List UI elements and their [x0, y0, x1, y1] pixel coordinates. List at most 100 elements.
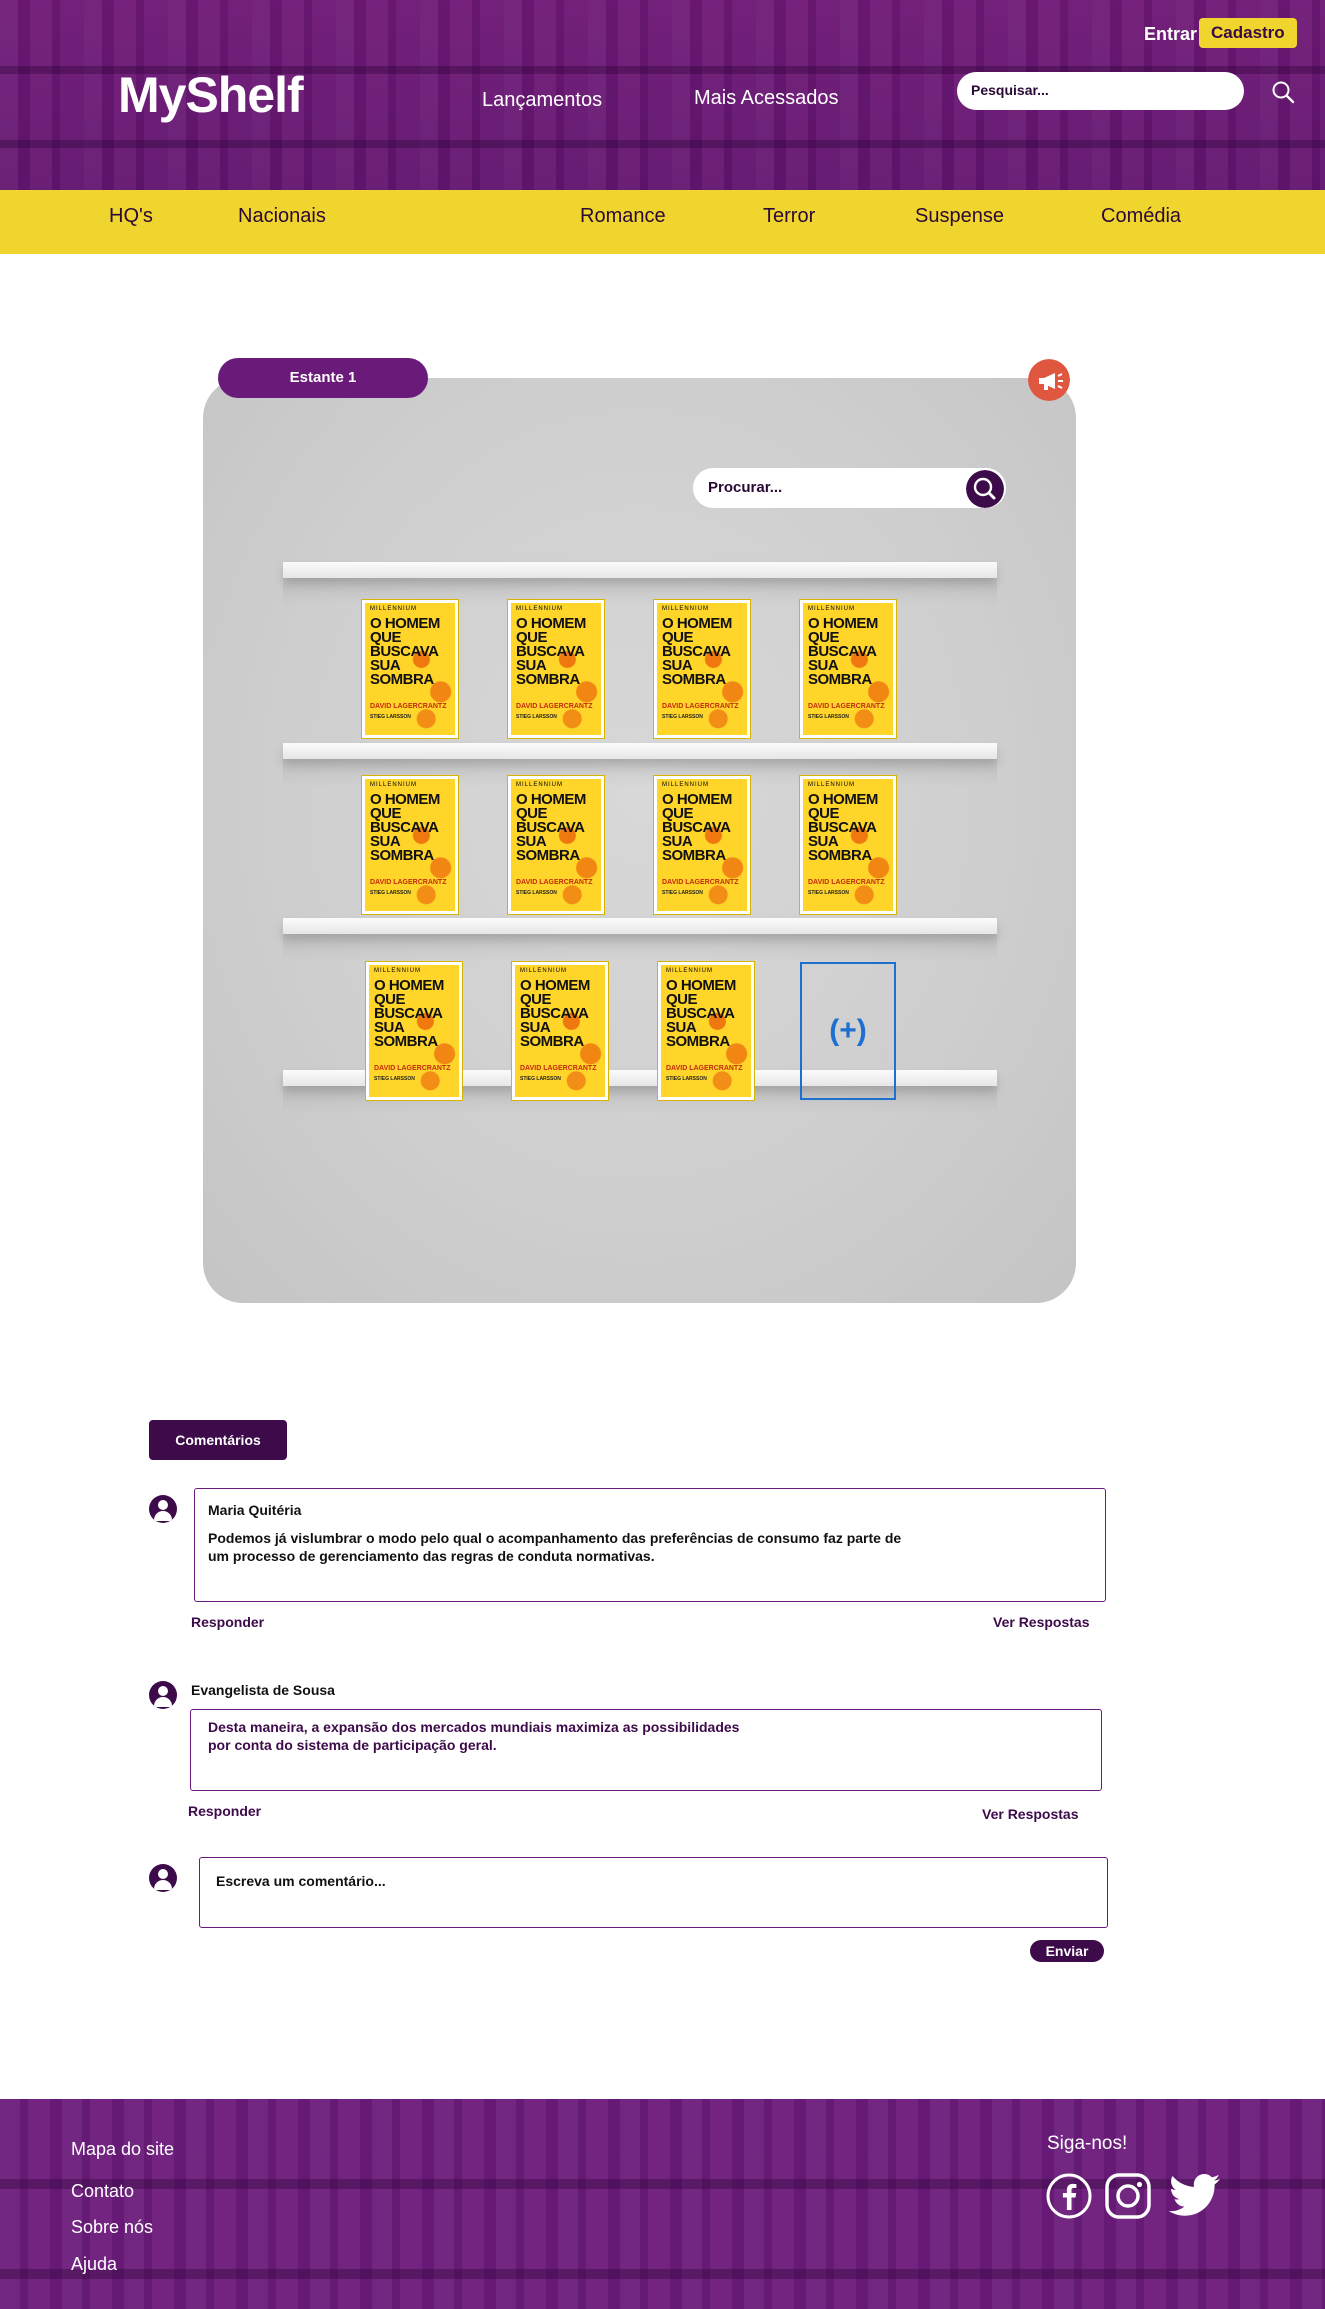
book-subtitle: STIEG LARSSON: [516, 714, 557, 720]
shelf-search-input[interactable]: Procurar...: [693, 468, 1006, 508]
footer-link-contact[interactable]: Contato: [71, 2181, 134, 2202]
login-link[interactable]: Entrar: [1144, 24, 1197, 45]
comment-text-line: Podemos já vislumbrar o modo pelo qual o…: [208, 1530, 902, 1546]
comment-text-line: Desta maneira, a expansão dos mercados m…: [208, 1719, 740, 1735]
send-button[interactable]: Enviar: [1030, 1940, 1104, 1962]
avatar: [149, 1495, 177, 1523]
book-series: MILLENNIUM: [808, 606, 856, 612]
category-terror[interactable]: Terror: [763, 205, 815, 228]
shelf-search-button[interactable]: [966, 470, 1004, 508]
book-title: O HOMEM QUE BUSCAVA SUA SOMBRA: [666, 977, 736, 1050]
book-author: DAVID LAGERCRANTZ: [808, 703, 885, 710]
avatar: [149, 1864, 177, 1892]
book-series: MILLENNIUM: [666, 968, 714, 974]
shelf-plank: [283, 562, 997, 578]
comments-tab[interactable]: Comentários: [149, 1420, 287, 1460]
book-cover[interactable]: MILLENNIUM O HOMEM QUE BUSCAVA SUA SOMBRA…: [512, 962, 608, 1100]
book-cover[interactable]: MILLENNIUM O HOMEM QUE BUSCAVA SUA SOMBRA…: [362, 776, 458, 914]
book-series: MILLENNIUM: [374, 968, 422, 974]
logo[interactable]: MyShelf: [118, 66, 304, 124]
signup-button[interactable]: Cadastro: [1199, 18, 1297, 48]
book-title: O HOMEM QUE BUSCAVA SUA SOMBRA: [516, 615, 586, 688]
book-author: DAVID LAGERCRANTZ: [374, 1065, 451, 1072]
category-comedia[interactable]: Comédia: [1101, 205, 1181, 228]
book-subtitle: STIEG LARSSON: [662, 714, 703, 720]
book-title: O HOMEM QUE BUSCAVA SUA SOMBRA: [520, 977, 590, 1050]
book-cover[interactable]: MILLENNIUM O HOMEM QUE BUSCAVA SUA SOMBRA…: [508, 776, 604, 914]
category-hqs[interactable]: HQ's: [109, 205, 153, 228]
new-comment-placeholder: Escreva um comentário...: [216, 1873, 386, 1889]
comment-author: Maria Quitéria: [208, 1502, 302, 1518]
footer-link-about[interactable]: Sobre nós: [71, 2217, 153, 2238]
book-title: O HOMEM QUE BUSCAVA SUA SOMBRA: [370, 615, 440, 688]
book-cover[interactable]: MILLENNIUM O HOMEM QUE BUSCAVA SUA SOMBRA…: [800, 776, 896, 914]
book-series: MILLENNIUM: [662, 606, 710, 612]
shelf-plank: [283, 918, 997, 934]
shelf-tab[interactable]: Estante 1: [218, 358, 428, 398]
view-replies-link[interactable]: Ver Respostas: [993, 1614, 1090, 1630]
category-suspense[interactable]: Suspense: [915, 205, 1004, 228]
book-series: MILLENNIUM: [370, 606, 418, 612]
follow-us-label: Siga-nos!: [1047, 2133, 1128, 2154]
book-cover[interactable]: MILLENNIUM O HOMEM QUE BUSCAVA SUA SOMBRA…: [654, 600, 750, 738]
book-series: MILLENNIUM: [516, 606, 564, 612]
footer-link-sitemap[interactable]: Mapa do site: [71, 2139, 174, 2160]
book-series: MILLENNIUM: [808, 782, 856, 788]
book-series: MILLENNIUM: [516, 782, 564, 788]
book-series: MILLENNIUM: [370, 782, 418, 788]
book-cover[interactable]: MILLENNIUM O HOMEM QUE BUSCAVA SUA SOMBRA…: [362, 600, 458, 738]
nav-mais-acessados[interactable]: Mais Acessados: [694, 87, 839, 110]
new-comment-input[interactable]: [199, 1857, 1108, 1928]
footer-link-help[interactable]: Ajuda: [71, 2254, 117, 2275]
bookshelf-panel: [203, 378, 1076, 1303]
reply-link[interactable]: Responder: [188, 1803, 261, 1819]
book-series: MILLENNIUM: [662, 782, 710, 788]
book-subtitle: STIEG LARSSON: [516, 890, 557, 896]
comment-author: Evangelista de Sousa: [191, 1682, 335, 1698]
book-cover[interactable]: MILLENNIUM O HOMEM QUE BUSCAVA SUA SOMBRA…: [654, 776, 750, 914]
category-nacionais[interactable]: Nacionais: [238, 205, 326, 228]
book-subtitle: STIEG LARSSON: [662, 890, 703, 896]
instagram-icon[interactable]: [1104, 2172, 1152, 2220]
book-author: DAVID LAGERCRANTZ: [516, 879, 593, 886]
comment-text-line: por conta do sistema de participação ger…: [208, 1737, 497, 1753]
book-title: O HOMEM QUE BUSCAVA SUA SOMBRA: [808, 791, 878, 864]
comment-text-line: um processo de gerenciamento das regras …: [208, 1548, 655, 1564]
book-subtitle: STIEG LARSSON: [666, 1076, 707, 1082]
book-subtitle: STIEG LARSSON: [520, 1076, 561, 1082]
nav-lancamentos[interactable]: Lançamentos: [482, 89, 602, 112]
book-title: O HOMEM QUE BUSCAVA SUA SOMBRA: [662, 615, 732, 688]
book-cover[interactable]: MILLENNIUM O HOMEM QUE BUSCAVA SUA SOMBRA…: [366, 962, 462, 1100]
book-author: DAVID LAGERCRANTZ: [662, 879, 739, 886]
book-title: O HOMEM QUE BUSCAVA SUA SOMBRA: [662, 791, 732, 864]
book-series: MILLENNIUM: [520, 968, 568, 974]
book-author: DAVID LAGERCRANTZ: [370, 703, 447, 710]
twitter-icon[interactable]: [1168, 2172, 1222, 2220]
book-title: O HOMEM QUE BUSCAVA SUA SOMBRA: [370, 791, 440, 864]
reply-link[interactable]: Responder: [191, 1614, 264, 1630]
book-title: O HOMEM QUE BUSCAVA SUA SOMBRA: [374, 977, 444, 1050]
add-book-slot[interactable]: (+): [800, 962, 896, 1100]
book-author: DAVID LAGERCRANTZ: [666, 1065, 743, 1072]
avatar: [149, 1681, 177, 1709]
book-author: DAVID LAGERCRANTZ: [808, 879, 885, 886]
book-title: O HOMEM QUE BUSCAVA SUA SOMBRA: [516, 791, 586, 864]
megaphone-icon[interactable]: [1028, 359, 1070, 401]
category-romance[interactable]: Romance: [580, 205, 666, 228]
book-cover[interactable]: MILLENNIUM O HOMEM QUE BUSCAVA SUA SOMBRA…: [658, 962, 754, 1100]
book-subtitle: STIEG LARSSON: [808, 890, 849, 896]
book-cover[interactable]: MILLENNIUM O HOMEM QUE BUSCAVA SUA SOMBRA…: [508, 600, 604, 738]
view-replies-link[interactable]: Ver Respostas: [982, 1806, 1079, 1822]
book-author: DAVID LAGERCRANTZ: [520, 1065, 597, 1072]
book-subtitle: STIEG LARSSON: [374, 1076, 415, 1082]
book-author: DAVID LAGERCRANTZ: [662, 703, 739, 710]
search-icon[interactable]: [1271, 80, 1295, 104]
book-subtitle: STIEG LARSSON: [370, 714, 411, 720]
shelf-plank: [283, 743, 997, 759]
book-author: DAVID LAGERCRANTZ: [370, 879, 447, 886]
book-title: O HOMEM QUE BUSCAVA SUA SOMBRA: [808, 615, 878, 688]
book-author: DAVID LAGERCRANTZ: [516, 703, 593, 710]
book-cover[interactable]: MILLENNIUM O HOMEM QUE BUSCAVA SUA SOMBRA…: [800, 600, 896, 738]
facebook-icon[interactable]: [1045, 2172, 1093, 2220]
search-input[interactable]: Pesquisar...: [957, 72, 1244, 110]
